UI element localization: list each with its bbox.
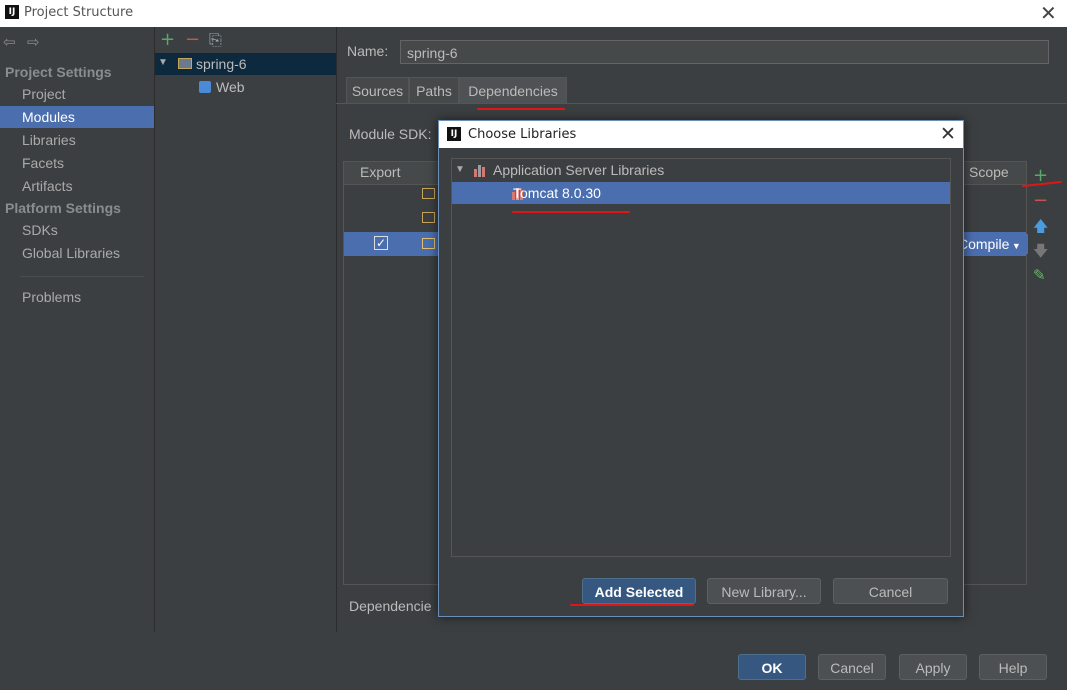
sidebar-item-facets[interactable]: Facets xyxy=(0,152,154,174)
library-folder-icon xyxy=(422,238,435,249)
add-selected-button[interactable]: Add Selected xyxy=(582,578,696,604)
sidebar-item-label: SDKs xyxy=(22,222,58,238)
intellij-logo-icon: IJ xyxy=(447,127,461,141)
sidebar-item-label: Problems xyxy=(22,289,82,305)
sidebar-item-global-libraries[interactable]: Global Libraries xyxy=(0,242,154,264)
module-sdk-label: Module SDK: xyxy=(349,126,432,142)
chevron-down-icon: ▼ xyxy=(1009,241,1021,251)
module-name-input[interactable]: spring-6 xyxy=(400,40,1049,64)
edit-pencil-icon[interactable]: ✎ xyxy=(1033,266,1046,284)
annotation-underline-dependencies xyxy=(477,108,565,110)
forward-arrow-icon[interactable]: ⇨ xyxy=(27,33,40,51)
sidebar-item-sdks[interactable]: SDKs xyxy=(0,219,154,241)
sidebar-divider xyxy=(20,276,144,277)
dialog-title: Choose Libraries xyxy=(468,127,577,142)
tab-paths[interactable]: Paths xyxy=(409,77,459,103)
web-facet-icon xyxy=(199,81,211,93)
sidebar-item-label: Project xyxy=(22,86,66,102)
dialog-close-icon[interactable]: ✕ xyxy=(940,123,956,145)
sidebar-item-label: Facets xyxy=(22,155,65,171)
window-titlebar xyxy=(0,0,1067,27)
sidebar-item-label: Artifacts xyxy=(22,178,73,194)
scope-column-header[interactable]: Scope xyxy=(969,164,1009,180)
tab-sources[interactable]: Sources xyxy=(346,77,409,103)
sidebar-item-modules[interactable]: Modules xyxy=(0,106,154,128)
libraries-tree xyxy=(451,158,951,557)
sidebar-item-label: Libraries xyxy=(22,132,76,148)
scope-dropdown[interactable]: Compile ▼ xyxy=(958,234,1028,254)
ok-button[interactable]: OK xyxy=(738,654,806,680)
annotation-underline-add-selected xyxy=(570,604,694,606)
tree-module-label[interactable]: spring-6 xyxy=(196,56,247,72)
move-up-icon[interactable]: 🡅 xyxy=(1033,216,1048,241)
tab-dependencies[interactable]: Dependencies xyxy=(459,77,567,103)
export-column-header[interactable]: Export xyxy=(360,164,400,180)
expand-arrow-icon[interactable]: ▼ xyxy=(158,57,168,68)
tree-facet-label[interactable]: Web xyxy=(216,79,245,95)
source-folder-icon xyxy=(422,212,435,223)
window-close-icon[interactable]: ✕ xyxy=(1040,1,1057,25)
copy-module-icon[interactable]: ⎘ xyxy=(209,30,222,50)
add-module-icon[interactable]: + xyxy=(160,29,175,50)
expand-arrow-icon[interactable]: ▼ xyxy=(455,164,465,175)
sidebar-item-label: Modules xyxy=(22,109,75,125)
platform-settings-header: Platform Settings xyxy=(5,200,121,216)
dependencies-storage-label: Dependencie xyxy=(349,598,432,614)
apply-button[interactable]: Apply xyxy=(899,654,967,680)
remove-module-icon[interactable]: − xyxy=(185,29,200,50)
cancel-button[interactable]: Cancel xyxy=(818,654,886,680)
sidebar-item-label: Global Libraries xyxy=(22,245,121,261)
sidebar-item-problems[interactable]: Problems xyxy=(0,286,154,308)
tab-strip-border xyxy=(336,103,1067,104)
back-arrow-icon[interactable]: ⇦ xyxy=(3,33,16,51)
module-tree-panel xyxy=(155,27,337,632)
scope-dropdown-value: Compile xyxy=(958,236,1010,252)
window-title: Project Structure xyxy=(24,5,134,20)
sidebar-item-libraries[interactable]: Libraries xyxy=(0,129,154,151)
sidebar-item-artifacts[interactable]: Artifacts xyxy=(0,175,154,197)
name-label: Name: xyxy=(347,43,389,59)
annotation-underline-tomcat xyxy=(512,211,630,213)
sdk-folder-icon xyxy=(422,188,435,199)
library-item-label[interactable]: Tomcat 8.0.30 xyxy=(513,185,601,201)
export-checkbox[interactable]: ✓ xyxy=(374,236,388,250)
intellij-logo-icon: IJ xyxy=(5,5,19,19)
help-button[interactable]: Help xyxy=(979,654,1047,680)
library-group-icon xyxy=(474,165,488,177)
move-down-icon[interactable]: 🡇 xyxy=(1033,241,1048,266)
library-group-label[interactable]: Application Server Libraries xyxy=(493,162,664,178)
module-folder-icon xyxy=(178,58,192,69)
project-settings-header: Project Settings xyxy=(5,64,112,80)
dialog-cancel-button[interactable]: Cancel xyxy=(833,578,948,604)
new-library-button[interactable]: New Library... xyxy=(707,578,821,604)
remove-dependency-icon[interactable]: − xyxy=(1033,190,1048,211)
sidebar-item-project[interactable]: Project xyxy=(0,83,154,105)
